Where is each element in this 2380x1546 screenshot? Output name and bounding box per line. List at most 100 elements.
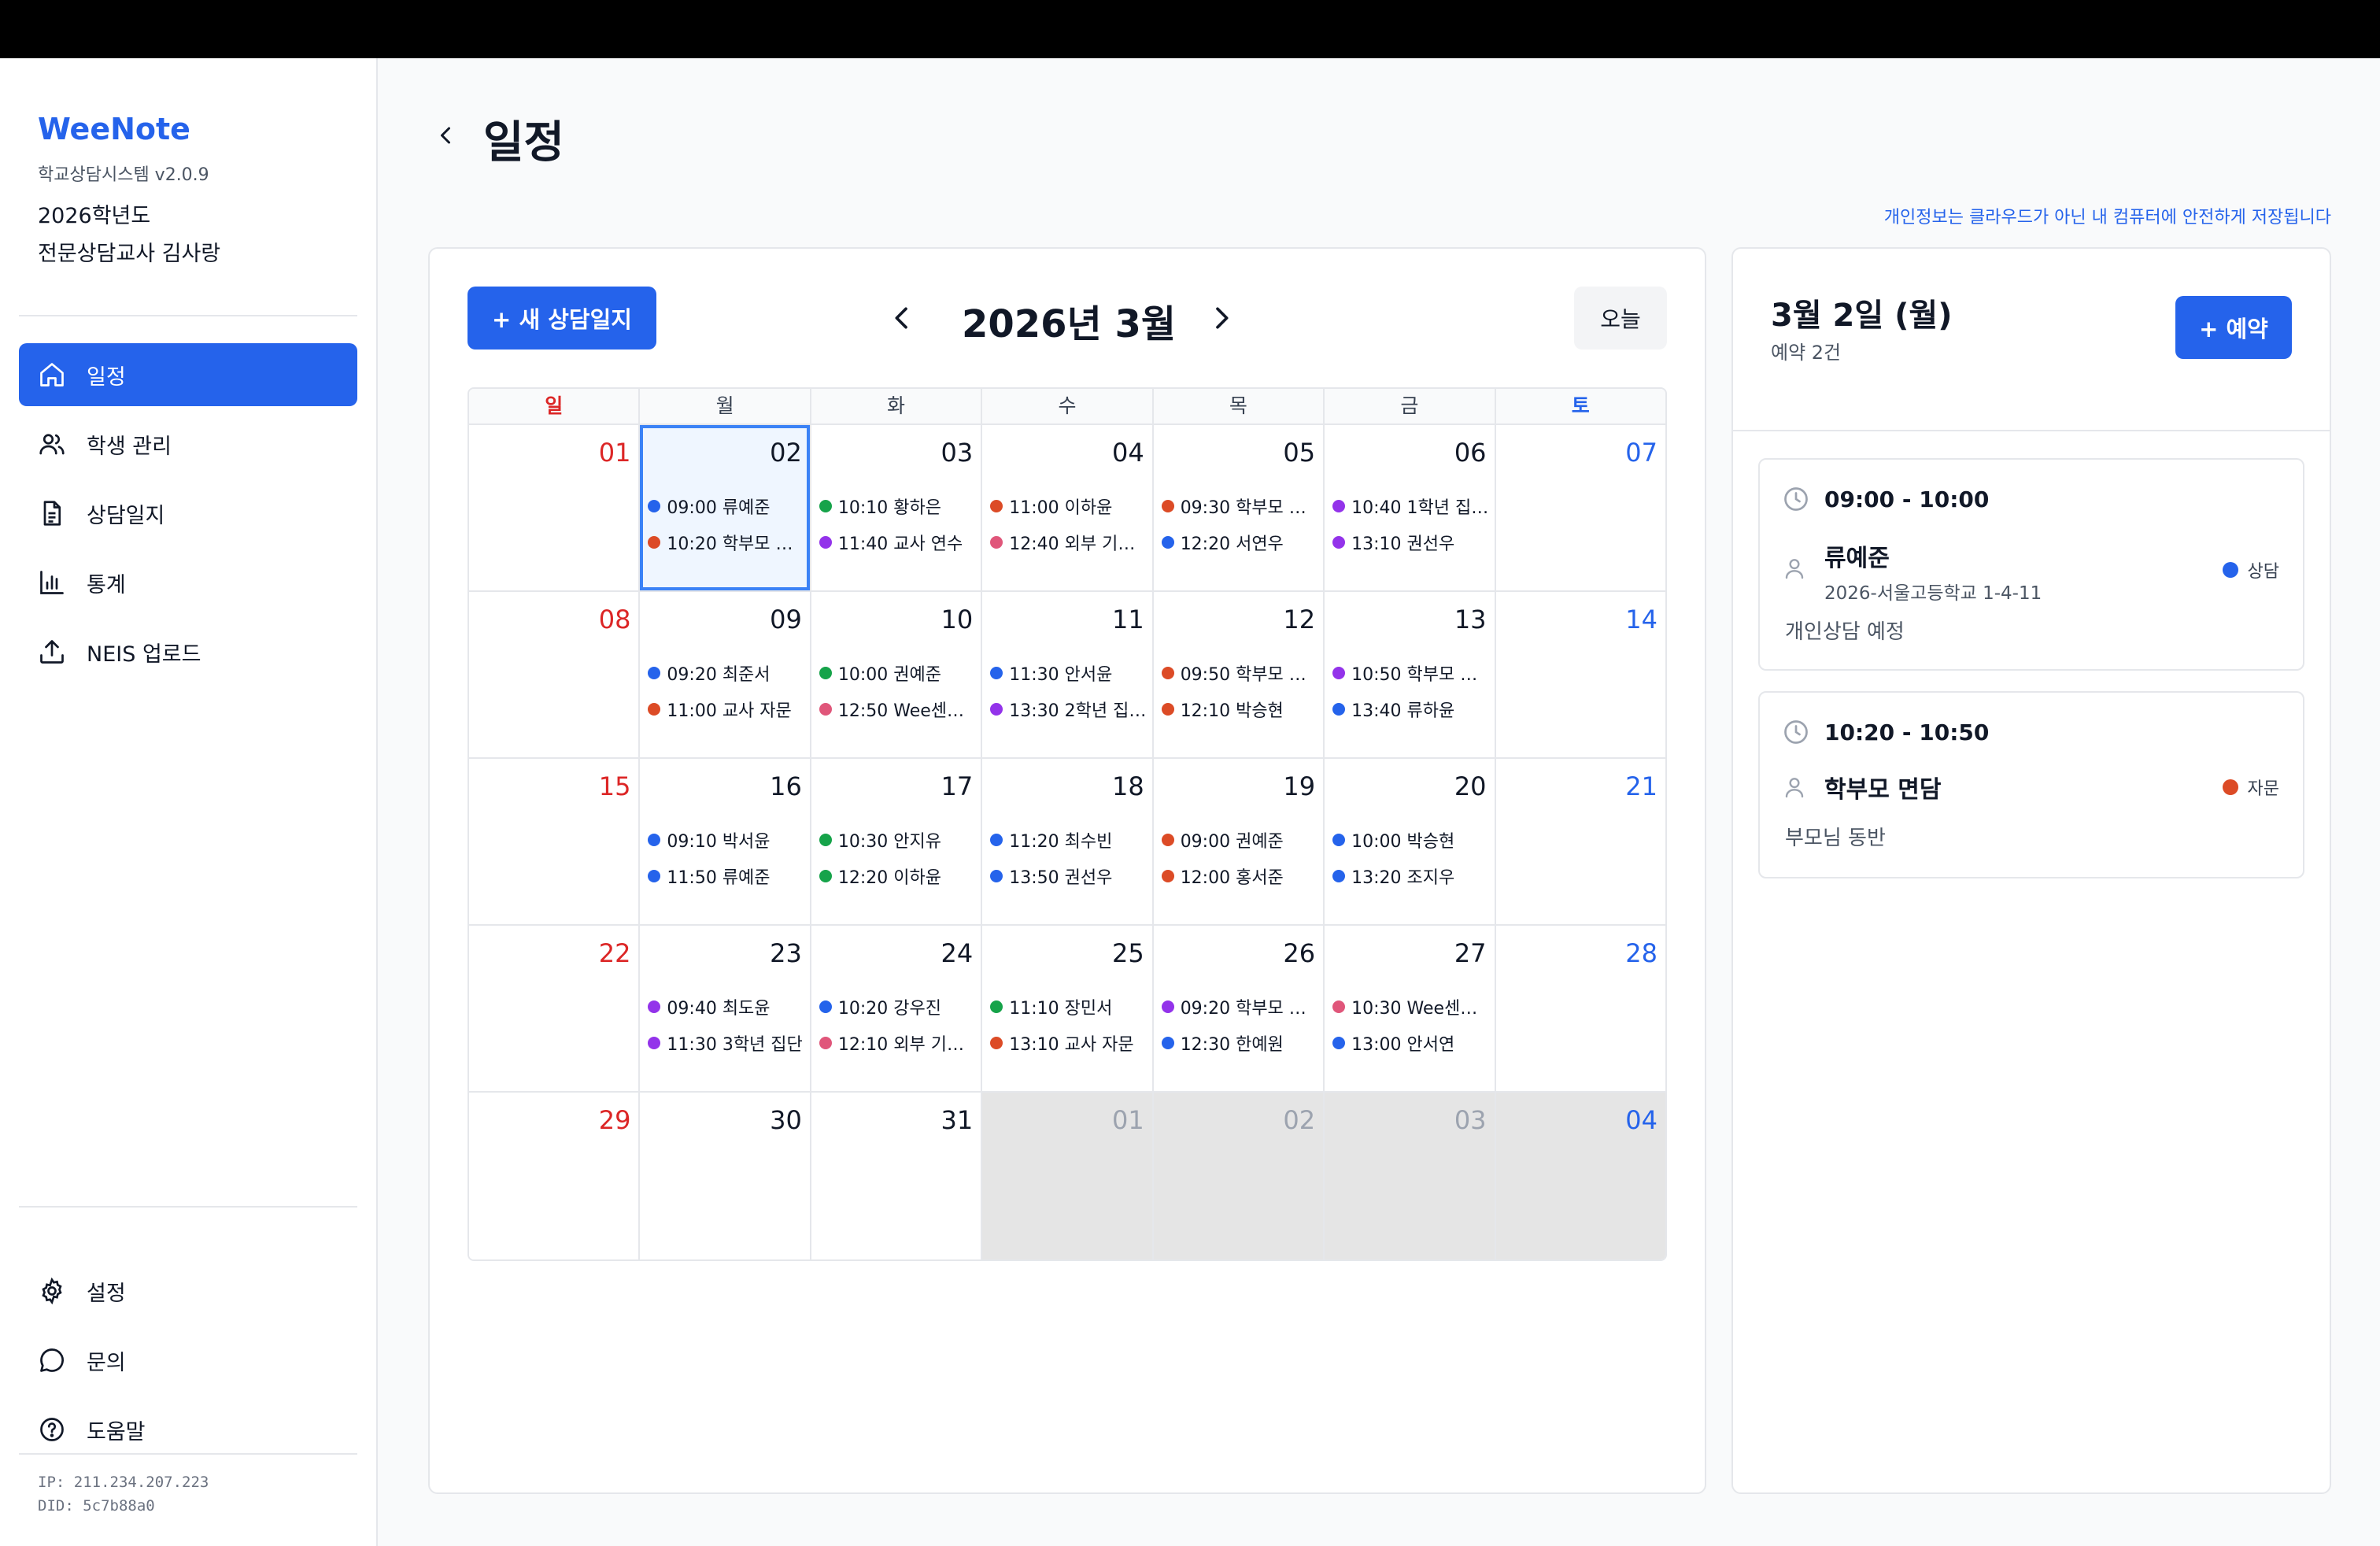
calendar-event[interactable]: 13:10 권선우 — [1332, 524, 1489, 560]
calendar-day-cell[interactable]: 20 10:00 박승현 13:20 조지우 — [1323, 759, 1495, 924]
calendar-day-cell[interactable]: 18 11:20 최수빈 13:50 권선우 — [981, 759, 1152, 924]
appointment-card[interactable]: 10:20 - 10:50 학부모 면담 부모님 동반 자문 — [1758, 691, 2304, 878]
calendar-event[interactable]: 09:00 권예준 — [1161, 822, 1318, 858]
sidebar-item-students[interactable]: 학생 관리 — [19, 412, 357, 475]
event-dot — [648, 870, 661, 882]
calendar-event[interactable]: 11:40 교사 연수 — [819, 524, 976, 560]
sidebar-item-inquiry[interactable]: 문의 — [19, 1329, 357, 1392]
calendar-event[interactable]: 13:10 교사 자문 — [990, 1025, 1147, 1061]
calendar-event[interactable]: 11:00 교사 자문 — [648, 691, 804, 727]
calendar-event[interactable]: 12:30 한예원 — [1161, 1025, 1318, 1061]
sidebar-item-schedule[interactable]: 일정 — [19, 343, 357, 406]
calendar-day-cell[interactable]: 11 11:30 안서윤 13:30 2학년 집단상담 — [981, 592, 1152, 757]
calendar-day-cell[interactable]: 22 — [469, 926, 639, 1091]
calendar-event[interactable]: 09:00 류예준 — [648, 488, 804, 524]
calendar-event[interactable]: 12:20 서연우 — [1161, 524, 1318, 560]
event-dot — [648, 667, 661, 679]
calendar-event[interactable]: 12:10 외부 기관 연계 — [819, 1025, 976, 1061]
calendar-event[interactable]: 11:10 장민서 — [990, 989, 1147, 1025]
calendar-event[interactable]: 12:50 Wee센터 연계 — [819, 691, 976, 727]
calendar-event[interactable]: 09:40 최도윤 — [648, 989, 804, 1025]
calendar-day-cell[interactable]: 21 — [1494, 759, 1665, 924]
event-dot — [819, 667, 832, 679]
calendar-event[interactable]: 13:30 2학년 집단상담 — [990, 691, 1148, 727]
calendar-day-cell[interactable]: 27 10:30 Wee센터 연계 13:00 안서연 — [1323, 926, 1495, 1091]
calendar-event[interactable]: 12:10 박승현 — [1161, 691, 1318, 727]
calendar-day-cell[interactable]: 03 10:10 황하은 11:40 교사 연수 — [809, 425, 981, 590]
calendar-event[interactable]: 11:30 3학년 집단 — [648, 1025, 804, 1061]
sidebar-item-settings[interactable]: 설정 — [19, 1259, 357, 1322]
sidebar-item-journal[interactable]: 상담일지 — [19, 482, 357, 545]
calendar-day-cell[interactable]: 13 10:50 학부모 면담 13:40 류하윤 — [1323, 592, 1495, 757]
sidebar-item-help[interactable]: 도움말 — [19, 1398, 357, 1461]
calendar-event[interactable]: 13:20 조지우 — [1332, 858, 1489, 894]
calendar-event[interactable]: 10:00 권예준 — [819, 655, 976, 691]
calendar-event[interactable]: 10:10 황하은 — [819, 488, 976, 524]
calendar-day-cell[interactable]: 01 — [469, 425, 639, 590]
calendar-event[interactable]: 11:30 안서윤 — [990, 655, 1147, 691]
calendar-event[interactable]: 10:40 1학년 집단상담 — [1332, 488, 1490, 524]
calendar-event[interactable]: 10:00 박승현 — [1332, 822, 1489, 858]
calendar-event[interactable]: 11:50 류예준 — [648, 858, 804, 894]
calendar-day-cell[interactable]: 07 — [1494, 425, 1665, 590]
calendar-event[interactable]: 09:30 학부모 면담 — [1161, 488, 1318, 524]
add-appointment-button[interactable]: + 예약 — [2175, 296, 2292, 359]
calendar-day-cell[interactable]: 12 09:50 학부모 면담 12:10 박승현 — [1151, 592, 1324, 757]
calendar-event[interactable]: 13:50 권선우 — [990, 858, 1147, 894]
calendar-event[interactable]: 09:20 학부모 면담 — [1161, 989, 1318, 1025]
calendar-day-cell[interactable]: 02 — [1151, 1093, 1324, 1259]
appointment-card[interactable]: 09:00 - 10:00 류예준 2026-서울고등학교 1-4-11 개인상… — [1758, 458, 2304, 671]
calendar-day-cell[interactable]: 26 09:20 학부모 면담 12:30 한예원 — [1151, 926, 1324, 1091]
calendar-event[interactable]: 12:20 이하윤 — [819, 858, 976, 894]
new-journal-button[interactable]: + 새 상담일지 — [468, 287, 656, 350]
selected-date: 3월 2일 (월) — [1771, 298, 1953, 334]
calendar-day-cell[interactable]: 16 09:10 박서윤 11:50 류예준 — [638, 759, 810, 924]
chat-icon — [40, 1348, 64, 1372]
calendar-day-cell[interactable]: 06 10:40 1학년 집단상담 13:10 권선우 — [1323, 425, 1495, 590]
calendar-event[interactable]: 09:10 박서윤 — [648, 822, 804, 858]
calendar-day-cell[interactable]: 19 09:00 권예준 12:00 홍서준 — [1151, 759, 1324, 924]
next-month-chevron-icon[interactable] — [1206, 302, 1237, 334]
calendar-day-cell[interactable]: 17 10:30 안지유 12:20 이하윤 — [809, 759, 981, 924]
calendar-day-cell[interactable]: 25 11:10 장민서 13:10 교사 자문 — [981, 926, 1152, 1091]
calendar-day-cell[interactable]: 28 — [1494, 926, 1665, 1091]
calendar-day-cell[interactable]: 15 — [469, 759, 639, 924]
calendar-day-cell[interactable]: 02 09:00 류예준 10:20 학부모 면담 — [638, 425, 810, 590]
today-button[interactable]: 오늘 — [1574, 287, 1667, 350]
day-number: 25 — [1111, 938, 1144, 968]
brand-logo[interactable]: WeeNote — [38, 112, 190, 146]
back-chevron-icon[interactable] — [431, 121, 460, 150]
calendar-day-cell[interactable]: 24 10:20 강우진 12:10 외부 기관 연계 — [809, 926, 981, 1091]
calendar-day-cell[interactable]: 30 — [638, 1093, 810, 1259]
calendar-event[interactable]: 09:20 최준서 — [648, 655, 804, 691]
calendar-event[interactable]: 13:00 안서연 — [1332, 1025, 1489, 1061]
calendar-day-cell[interactable]: 31 — [809, 1093, 981, 1259]
calendar-day-cell[interactable]: 04 11:00 이하윤 12:40 외부 기관 연계 — [981, 425, 1152, 590]
calendar-day-cell[interactable]: 05 09:30 학부모 면담 12:20 서연우 — [1151, 425, 1324, 590]
calendar-event[interactable]: 10:50 학부모 면담 — [1332, 655, 1490, 691]
calendar-day-cell[interactable]: 23 09:40 최도윤 11:30 3학년 집단 — [638, 926, 810, 1091]
calendar-week-row: 22 23 09:40 최도윤 11:30 3학년 집단 24 10:20 강우진 12:1… — [469, 926, 1665, 1093]
calendar-event[interactable]: 10:30 안지유 — [819, 822, 976, 858]
calendar-event[interactable]: 10:30 Wee센터 연계 — [1332, 989, 1490, 1025]
calendar-event[interactable]: 10:20 학부모 면담 — [648, 524, 805, 560]
calendar-day-cell[interactable]: 14 — [1494, 592, 1665, 757]
calendar-event[interactable]: 10:20 강우진 — [819, 989, 976, 1025]
calendar-day-cell[interactable]: 10 10:00 권예준 12:50 Wee센터 연계 — [809, 592, 981, 757]
sidebar: WeeNote 학교상담시스템 v2.0.9 2026학년도 전문상담교사 김사… — [0, 58, 378, 1546]
sidebar-item-stats[interactable]: 통계 — [19, 551, 357, 614]
calendar-event[interactable]: 11:00 이하윤 — [990, 488, 1147, 524]
calendar-event[interactable]: 13:40 류하윤 — [1332, 691, 1489, 727]
calendar-event[interactable]: 12:40 외부 기관 연계 — [990, 524, 1148, 560]
calendar-day-cell[interactable]: 03 — [1323, 1093, 1495, 1259]
calendar-day-cell[interactable]: 09 09:20 최준서 11:00 교사 자문 — [638, 592, 810, 757]
calendar-event[interactable]: 12:00 홍서준 — [1161, 858, 1318, 894]
calendar-day-cell[interactable]: 04 — [1494, 1093, 1665, 1259]
calendar-day-cell[interactable]: 29 — [469, 1093, 639, 1259]
calendar-day-cell[interactable]: 08 — [469, 592, 639, 757]
calendar-event[interactable]: 09:50 학부모 면담 — [1161, 655, 1318, 691]
prev-month-chevron-icon[interactable] — [886, 302, 918, 334]
calendar-day-cell[interactable]: 01 — [981, 1093, 1152, 1259]
calendar-event[interactable]: 11:20 최수빈 — [990, 822, 1147, 858]
sidebar-item-neis-upload[interactable]: NEIS 업로드 — [19, 620, 357, 683]
